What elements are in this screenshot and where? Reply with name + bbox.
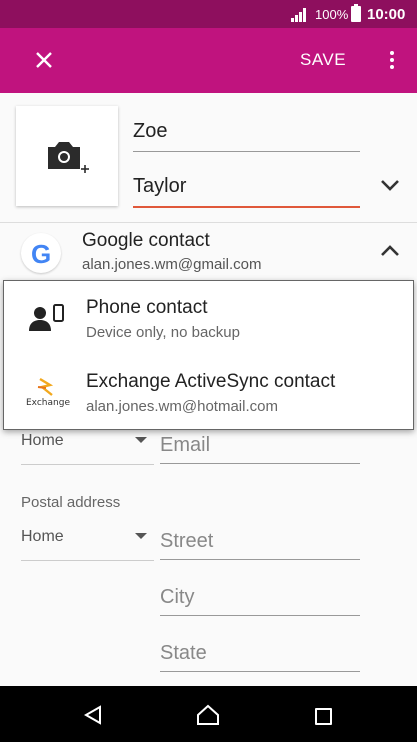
street-field[interactable]: Street (160, 530, 360, 560)
exchange-logo-icon: Exchange (24, 377, 70, 413)
account-email: alan.jones.wm@gmail.com (82, 256, 262, 273)
app-bar: SAVE (0, 28, 417, 93)
chevron-up-icon[interactable] (379, 243, 401, 259)
account-name: Google contact (82, 230, 210, 251)
city-field[interactable]: City (160, 586, 360, 616)
chevron-down-icon[interactable] (379, 177, 401, 193)
last-name-field[interactable]: Taylor (133, 175, 360, 208)
account-selector[interactable]: G Google contact alan.jones.wm@gmail.com (0, 224, 417, 280)
dropdown-item-title: Phone contact (86, 297, 208, 318)
navigation-bar (0, 686, 417, 742)
status-clock: 10:00 (367, 6, 406, 23)
status-bar: 100% 10:00 (0, 0, 417, 28)
dropdown-item-subtitle: Device only, no backup (86, 324, 240, 341)
back-icon[interactable] (83, 705, 103, 725)
dropdown-item-phone-contact[interactable]: Phone contact Device only, no backup (4, 281, 413, 355)
dropdown-item-subtitle: alan.jones.wm@hotmail.com (86, 398, 278, 415)
add-photo-button[interactable] (16, 106, 118, 206)
email-type-label: Home (21, 432, 64, 449)
dropdown-arrow-icon (135, 437, 147, 443)
camera-add-icon (48, 142, 89, 173)
email-type-select[interactable]: Home (21, 432, 154, 465)
phone-contact-icon (29, 304, 64, 331)
dropdown-item-title: Exchange ActiveSync contact (86, 371, 336, 392)
state-field[interactable]: State (160, 642, 360, 672)
signal-icon (291, 8, 306, 22)
close-icon[interactable] (30, 46, 58, 74)
recents-icon[interactable] (315, 708, 332, 725)
battery-icon (351, 4, 361, 22)
save-button[interactable]: SAVE (300, 50, 346, 70)
postal-type-select[interactable]: Home (21, 528, 154, 561)
postal-address-label: Postal address (21, 494, 121, 511)
first-name-field[interactable]: Zoe (133, 120, 360, 152)
dropdown-arrow-icon (135, 533, 147, 539)
divider (0, 222, 417, 223)
more-vert-icon[interactable] (382, 48, 402, 74)
home-icon[interactable] (196, 704, 220, 726)
dropdown-item-exchange-contact[interactable]: Exchange Exchange ActiveSync contact ala… (4, 355, 413, 429)
email-field[interactable]: Email (160, 434, 360, 464)
account-dropdown: Phone contact Device only, no backup Exc… (3, 280, 414, 430)
postal-type-label: Home (21, 528, 64, 545)
battery-percent: 100% (315, 7, 349, 22)
google-logo-icon: G (21, 233, 61, 273)
